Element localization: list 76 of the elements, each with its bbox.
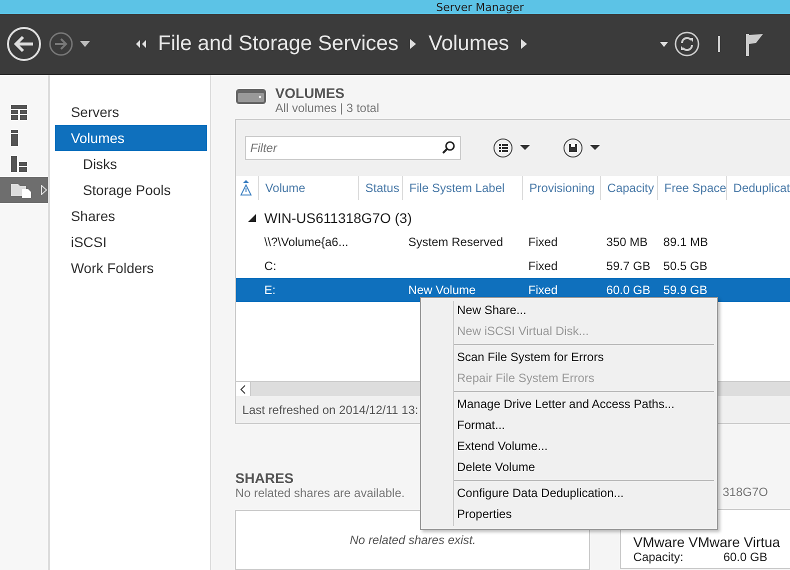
table-cell: Fixed [528, 283, 558, 297]
nav-item[interactable]: Disks [54, 151, 208, 177]
menu-item[interactable]: Configure Data Deduplication... [421, 483, 717, 504]
table-cell: Fixed [528, 259, 558, 273]
expanded-triangle-icon[interactable] [248, 214, 256, 222]
refresh-icon[interactable] [674, 31, 700, 57]
table-cell: 89.1 MB [663, 235, 708, 249]
chevron-icon[interactable] [521, 39, 528, 49]
menu-item[interactable]: Delete Volume [421, 457, 717, 478]
separator-icon [718, 36, 720, 52]
save-options-button[interactable] [563, 138, 602, 158]
table-cell: 50.5 GB [663, 259, 708, 273]
column-header[interactable]: Status [358, 176, 402, 200]
column-header[interactable]: File System Label [402, 176, 522, 200]
empty-message: No related shares exist. [350, 533, 476, 547]
section-subtitle: 318G7O [722, 485, 768, 499]
table-cell: E: [264, 283, 276, 297]
nav-item[interactable]: Storage Pools [54, 177, 208, 203]
list-options-button[interactable] [493, 138, 532, 158]
caret-icon[interactable] [80, 41, 90, 47]
table-cell: 60.0 GB [606, 283, 650, 297]
table-row[interactable]: C: Fixed 59.7 GB 50.5 GB [236, 254, 790, 278]
column-header[interactable]: Deduplicat [726, 176, 790, 200]
column-header[interactable]: Capacity [600, 176, 658, 200]
last-refreshed-text: Last refreshed on 2014/12/11 13: [242, 402, 418, 416]
server-icon [11, 130, 18, 146]
nav-item[interactable]: Servers [54, 99, 208, 125]
table-cell: New Volume [408, 283, 476, 297]
table-cell: \\?\Volume{a6... [264, 235, 348, 249]
nav-item[interactable]: iSCSI [54, 229, 208, 255]
warning-icon [240, 180, 252, 196]
menu-item[interactable]: Extend Volume... [421, 436, 717, 457]
chevron-left-icon [240, 384, 246, 394]
menu-item[interactable]: New Share... [421, 300, 717, 321]
folders-icon [11, 182, 33, 198]
table-cell: Fixed [528, 235, 558, 249]
column-header[interactable]: Volume [258, 176, 358, 200]
column-header[interactable]: Provisioning [522, 176, 600, 200]
caret-icon[interactable] [660, 42, 668, 46]
table-cell: C: [264, 259, 276, 273]
breadcrumb-link[interactable]: Volumes [428, 32, 510, 56]
menu-item[interactable]: Properties [421, 504, 717, 525]
roles-icon [11, 156, 27, 172]
chevron-icon [41, 185, 47, 195]
capacity-value: 60.0 GB [723, 550, 768, 564]
search-icon [442, 141, 456, 154]
section-subtitle: All volumes | 3 total [275, 101, 380, 115]
table-cell: 59.9 GB [663, 283, 708, 297]
capacity-label: Capacity: [633, 550, 684, 564]
rail-item[interactable] [0, 177, 48, 203]
forward-button[interactable] [48, 31, 74, 57]
filter-field[interactable]: Filter [245, 136, 462, 160]
flag-icon[interactable] [744, 32, 764, 56]
table-cell: System Reserved [408, 235, 503, 249]
column-header[interactable]: Free Space [657, 176, 726, 200]
nav-item[interactable]: Work Folders [54, 255, 208, 281]
breadcrumb-link[interactable]: File and Storage Services [158, 32, 398, 56]
menu-item[interactable]: Format... [421, 415, 717, 436]
nav-item[interactable]: Volumes [54, 125, 208, 151]
menu-item[interactable]: Manage Drive Letter and Access Paths... [421, 394, 717, 415]
menu-item[interactable]: Scan File System for Errors [421, 347, 717, 368]
table-row[interactable]: \\?\Volume{a6... System Reserved Fixed 350 MB 89.1 MB [236, 230, 790, 254]
section-title: VOLUMES [275, 85, 346, 101]
dashboard-icon [11, 104, 27, 120]
back-button[interactable] [6, 26, 42, 62]
section-title: SHARES [235, 470, 294, 486]
double-arrow-icon[interactable] [136, 40, 146, 48]
scroll-left-button[interactable] [236, 382, 252, 396]
table-cell: 350 MB [606, 235, 648, 249]
nav-item[interactable]: Shares [54, 203, 208, 229]
disk-name: VMware VMware Virtua [633, 534, 782, 550]
group-label: WIN-US611318G7O (3) [264, 210, 412, 226]
table-cell: 59.7 GB [606, 259, 650, 273]
chevron-icon[interactable] [410, 39, 416, 49]
section-subtitle: No related shares are available. [235, 486, 405, 500]
window-title: Server Manager [436, 0, 524, 14]
